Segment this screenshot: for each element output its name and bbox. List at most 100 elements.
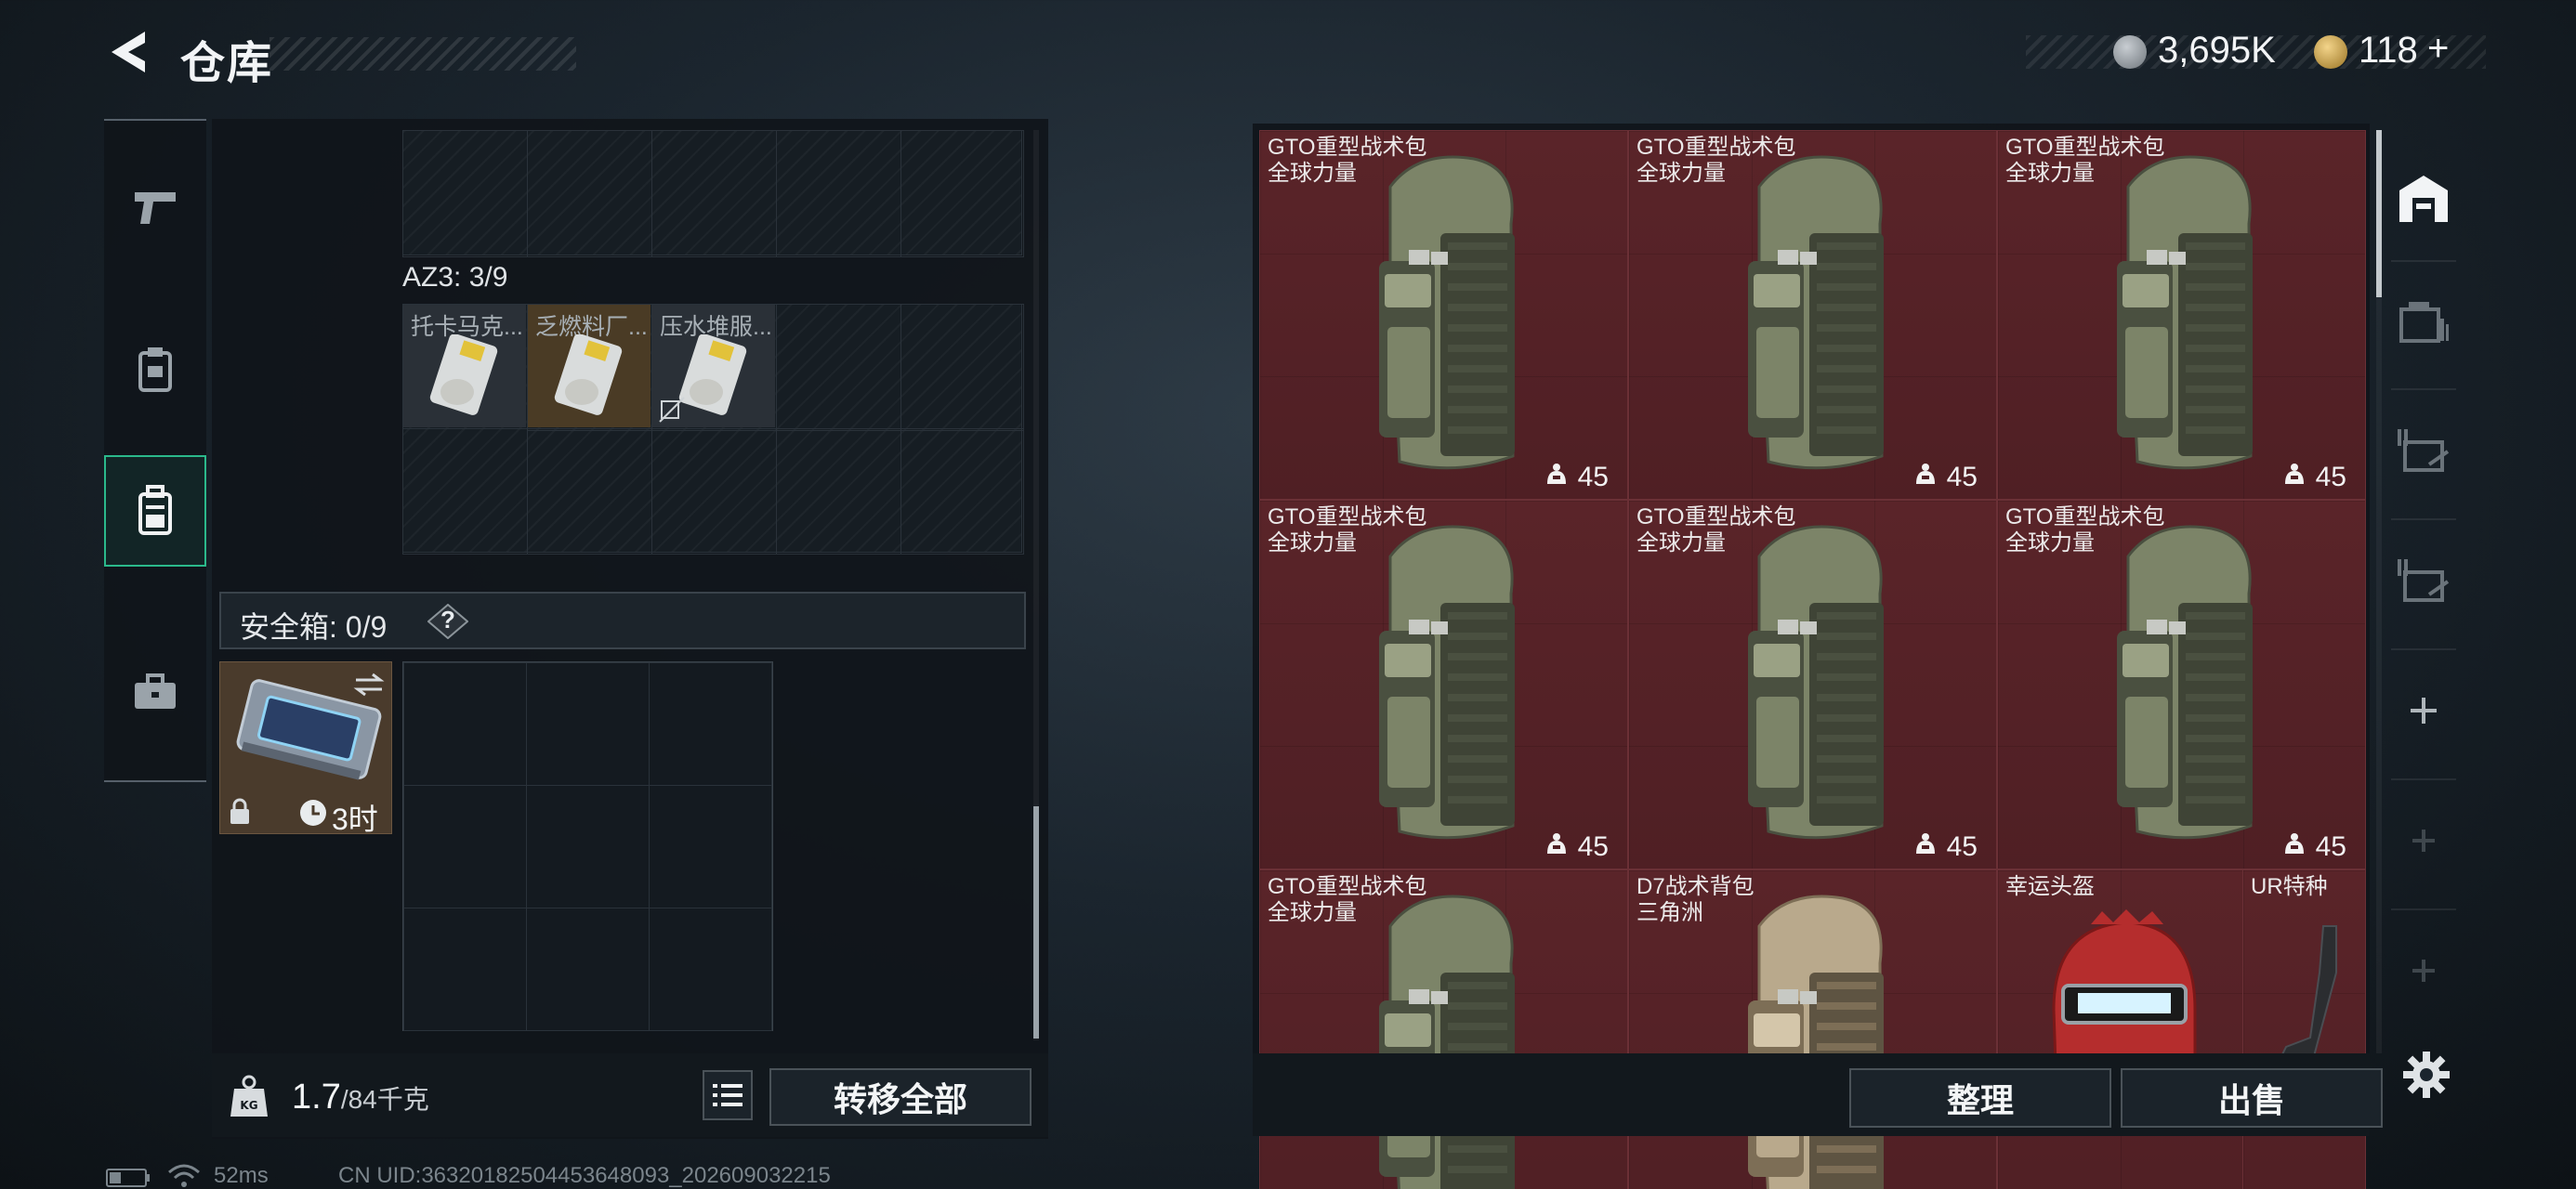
grid-slot[interactable] [651, 428, 777, 555]
briefcase-icon [135, 673, 176, 709]
item-name: 幸运头盔 [2005, 874, 2095, 899]
item-name: UR特种 [2251, 874, 2328, 899]
rail-tab-backpack[interactable] [104, 455, 206, 567]
backpack-item-icon [2100, 519, 2277, 858]
grid-slot[interactable] [900, 428, 1024, 555]
safe-case-item[interactable]: 3时 [219, 661, 392, 834]
item-capacity: 45 [1946, 831, 1978, 862]
container-grid-prev [402, 130, 1024, 257]
capacity-icon [2282, 462, 2307, 493]
grid-slot[interactable] [527, 130, 652, 257]
backpack-item-icon [1731, 519, 1908, 858]
add-stash-tab-button-disabled [2382, 929, 2465, 1013]
capacity-icon [1913, 831, 1938, 863]
wifi-icon [168, 1164, 200, 1187]
rail-tab-toolbox[interactable] [104, 636, 206, 748]
pistol-icon [135, 192, 176, 224]
silver-coin-icon [2113, 35, 2147, 69]
grid-slot[interactable] [526, 908, 650, 1031]
stash-item-backpack[interactable]: GTO重型战术包 全球力量 45 [1259, 500, 1628, 869]
grid-slot[interactable] [526, 662, 650, 786]
gold-add-button[interactable]: + [2427, 28, 2449, 70]
stash-item-helmet[interactable]: 幸运头盔 [1997, 869, 2243, 1189]
capacity-icon [1913, 462, 1938, 493]
grid-slot[interactable] [402, 130, 528, 257]
svg-text:KG: KG [240, 1099, 257, 1112]
rail-tab-armor[interactable] [104, 314, 206, 425]
stash-tab-rail [2382, 139, 2465, 1031]
grid-slot[interactable] [649, 785, 772, 908]
storage-expansion-icon [2398, 429, 2450, 472]
storage-expansion-icon [2398, 559, 2450, 602]
grid-slot[interactable] [776, 130, 901, 257]
grid-slot[interactable] [900, 130, 1024, 257]
stash-item-backpack[interactable]: GTO重型战术包 全球力量 45 [1628, 130, 1997, 500]
uid-readout: CN UID:36320182504453648093_202609032215 [338, 1163, 831, 1188]
weight-kg-icon: KG [230, 1075, 268, 1117]
armor-vest-icon [138, 347, 172, 392]
grid-slot[interactable] [403, 908, 527, 1031]
grid-slot[interactable] [776, 304, 901, 431]
grid-slot[interactable] [402, 428, 528, 555]
help-icon-glyph: ? [440, 606, 455, 634]
az3-item-card[interactable]: 压水堆服... [652, 305, 775, 427]
az3-item-card[interactable]: 乏燃料厂... [528, 305, 651, 427]
stash-item-backpack[interactable]: GTO重型战术包 全球力量 45 [1997, 500, 2366, 869]
backpack-item-icon [1731, 889, 1908, 1189]
no-trade-icon [659, 397, 685, 423]
az3-item-card[interactable]: 托卡马克... [403, 305, 526, 427]
plus-icon [2412, 830, 2435, 852]
back-button[interactable] [104, 26, 156, 78]
crate-icon [2399, 302, 2449, 343]
stash-tab-4[interactable] [2382, 539, 2465, 622]
add-stash-tab-button[interactable] [2382, 669, 2465, 752]
stash-tab-3[interactable] [2382, 409, 2465, 492]
help-button[interactable]: ? [427, 603, 469, 640]
category-rail [104, 119, 206, 782]
safe-box-label: 安全箱: 0/9 [240, 610, 388, 644]
sell-button[interactable]: 出售 [2121, 1068, 2383, 1128]
stash-item-backpack[interactable]: GTO重型战术包 全球力量 45 [1997, 130, 2366, 500]
grid-slot[interactable] [651, 130, 777, 257]
plus-icon [2411, 698, 2437, 724]
grid-slot[interactable] [526, 785, 650, 908]
grid-slot[interactable] [900, 304, 1024, 431]
swap-icon[interactable] [352, 672, 386, 698]
rail-tab-weapons[interactable] [104, 151, 206, 263]
stash-item-backpack[interactable]: D7战术背包 三角洲 [1628, 869, 1997, 1189]
plus-icon [2412, 960, 2435, 982]
transfer-all-button[interactable]: 转移全部 [769, 1068, 1032, 1126]
system-status-bar: 52ms CN UID:36320182504453648093_2026090… [102, 1161, 939, 1189]
grid-slot[interactable] [403, 662, 527, 786]
backpack-item-icon [2100, 150, 2277, 489]
stash-tab-2[interactable] [2382, 281, 2465, 364]
sort-button[interactable]: 整理 [1849, 1068, 2111, 1128]
item-capacity: 45 [1577, 462, 1609, 492]
grid-slot[interactable] [527, 428, 652, 555]
list-view-button[interactable] [703, 1070, 753, 1120]
grid-slot[interactable] [649, 908, 772, 1031]
grid-slot[interactable] [776, 428, 901, 555]
stash-tab-home[interactable] [2382, 156, 2465, 240]
weight-readout: 1.7/84千克 [292, 1078, 429, 1117]
settings-button[interactable] [2401, 1050, 2451, 1100]
item-capacity: 45 [2315, 831, 2346, 862]
stash-item-backpack[interactable]: GTO重型战术包 全球力量 45 [1259, 130, 1628, 500]
stash-item-backpack[interactable]: GTO重型战术包 全球力量 [1259, 869, 1628, 1189]
az3-container-label: AZ3: 3/9 [402, 262, 508, 293]
add-stash-tab-button-disabled [2382, 799, 2465, 882]
ping-readout: 52ms [214, 1163, 269, 1188]
grid-slot[interactable] [649, 662, 772, 786]
backpack-icon [138, 485, 172, 535]
safe-box-grid [402, 661, 773, 1031]
left-scrollbar-thumb[interactable] [1033, 806, 1039, 1039]
safe-case-timer: 3时 [332, 803, 378, 834]
capacity-icon [1544, 462, 1569, 493]
grid-slot[interactable] [403, 785, 527, 908]
clock-icon [300, 800, 326, 826]
stash-item-backpack[interactable]: GTO重型战术包 全球力量 45 [1628, 500, 1997, 869]
rail-top-line [104, 119, 206, 121]
silver-currency-value: 3,695K [2158, 30, 2276, 71]
capacity-icon [2282, 831, 2307, 863]
stash-item-weapon-part[interactable]: UR特种 [2242, 869, 2366, 1189]
